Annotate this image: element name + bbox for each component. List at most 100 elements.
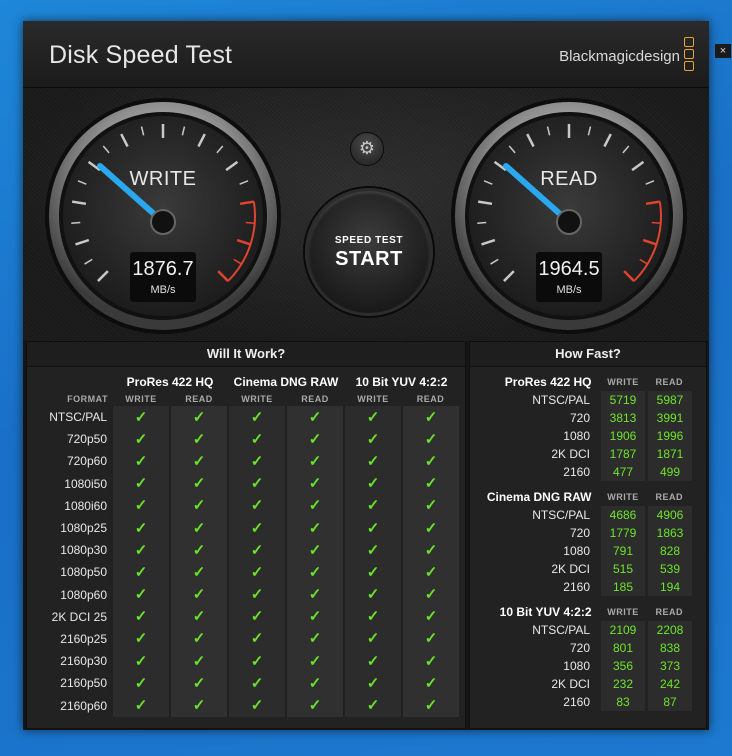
compat-cell: ✓ xyxy=(401,539,459,562)
compat-cell: ✓ xyxy=(169,650,228,673)
read-fps: 1871 xyxy=(645,445,692,463)
resolution-label: 1080 xyxy=(563,429,590,443)
compat-cell: ✓ xyxy=(285,583,344,606)
read-value: 1964.5 xyxy=(538,258,600,280)
read-fps: 3991 xyxy=(645,409,692,427)
check-icon: ✓ xyxy=(250,697,264,715)
resolution-label: 2160 xyxy=(563,465,590,479)
read-fps: 499 xyxy=(645,463,692,481)
gauge-tick xyxy=(477,221,487,224)
speed-row: 1080 356 373 xyxy=(470,657,692,675)
speed-row: 1080 1906 1996 xyxy=(470,427,692,445)
compat-cell: ✓ xyxy=(111,494,170,517)
compat-cell: ✓ xyxy=(401,494,459,517)
settings-button[interactable]: ⚙ xyxy=(350,132,384,166)
check-icon: ✓ xyxy=(192,452,206,470)
check-icon: ✓ xyxy=(134,674,148,692)
write-col-header: WRITE xyxy=(357,393,389,404)
compat-cell: ✓ xyxy=(227,650,286,673)
how-fast-codec: 10 Bit YUV 4:2:2 xyxy=(499,605,592,619)
write-col-header: WRITE xyxy=(607,377,639,387)
check-icon: ✓ xyxy=(192,475,206,493)
check-icon: ✓ xyxy=(424,697,438,715)
compat-cell: ✓ xyxy=(401,450,459,473)
resolution-label: 2K DCI xyxy=(551,677,590,691)
write-fps: 83 xyxy=(598,693,647,711)
read-fps: 838 xyxy=(645,639,692,657)
check-icon: ✓ xyxy=(424,430,438,448)
check-icon: ✓ xyxy=(250,608,264,626)
compat-cell: ✓ xyxy=(227,450,286,473)
check-icon: ✓ xyxy=(308,563,322,581)
how-fast-title: How Fast? xyxy=(470,342,706,367)
title-bar: Disk Speed Test Blackmagicdesign xyxy=(23,21,709,88)
check-icon: ✓ xyxy=(134,697,148,715)
speed-row: 2K DCI 232 242 xyxy=(470,675,692,693)
check-icon: ✓ xyxy=(366,563,380,581)
speed-row: 1080 791 828 xyxy=(470,542,692,560)
resolution-label: NTSC/PAL xyxy=(532,508,590,522)
write-unit: MB/s xyxy=(150,284,176,296)
compat-cell: ✓ xyxy=(401,650,459,673)
compat-cell: ✓ xyxy=(111,583,170,606)
check-icon: ✓ xyxy=(192,630,206,648)
check-icon: ✓ xyxy=(366,586,380,604)
compat-cell: ✓ xyxy=(111,516,170,540)
check-icon: ✓ xyxy=(424,497,438,515)
format-label: 1080i50 xyxy=(64,476,107,491)
write-fps: 356 xyxy=(598,657,647,675)
gauge-tick xyxy=(651,221,661,224)
check-icon: ✓ xyxy=(308,541,322,559)
check-icon: ✓ xyxy=(250,586,264,604)
resolution-label: 720 xyxy=(569,411,590,425)
check-icon: ✓ xyxy=(192,497,206,515)
check-icon: ✓ xyxy=(424,563,438,581)
check-icon: ✓ xyxy=(366,497,380,515)
compat-cell: ✓ xyxy=(169,472,228,495)
compat-cell: ✓ xyxy=(343,583,402,606)
speed-row: 720 3813 3991 xyxy=(470,409,692,427)
check-icon: ✓ xyxy=(134,452,148,470)
check-icon: ✓ xyxy=(192,408,206,426)
check-icon: ✓ xyxy=(134,519,148,537)
write-label: WRITE xyxy=(129,168,197,190)
codec-header: ProRes 422 HQ xyxy=(126,375,214,389)
compat-cell: ✓ xyxy=(169,672,228,695)
compat-cell: ✓ xyxy=(401,428,459,451)
close-button[interactable]: × xyxy=(715,44,731,58)
compat-cell: ✓ xyxy=(169,583,228,606)
compat-cell: ✓ xyxy=(111,450,170,473)
format-label: 2160p30 xyxy=(60,654,107,669)
check-icon: ✓ xyxy=(192,697,206,715)
gear-icon: ⚙ xyxy=(358,138,376,158)
check-icon: ✓ xyxy=(134,608,148,626)
will-it-work-title: Will It Work? xyxy=(27,342,465,367)
format-row: 1080p60 ✓ ✓ ✓ ✓ ✓ ✓ xyxy=(27,583,459,606)
check-icon: ✓ xyxy=(308,697,322,715)
write-value: 1876.7 xyxy=(132,258,194,280)
start-button[interactable]: SPEED TEST START xyxy=(305,188,433,316)
speed-row: 2160 185 194 xyxy=(470,578,692,596)
compat-cell: ✓ xyxy=(401,583,459,606)
read-readout: 1964.5 MB/s xyxy=(536,252,602,302)
check-icon: ✓ xyxy=(250,497,264,515)
check-icon: ✓ xyxy=(192,652,206,670)
format-label: 1080i60 xyxy=(64,498,107,513)
brand-logo-icon xyxy=(684,37,696,73)
read-col-header: READ xyxy=(416,393,445,404)
compat-cell: ✓ xyxy=(401,605,459,628)
read-col-header: READ xyxy=(185,393,213,404)
compat-cell: ✓ xyxy=(227,627,286,651)
speed-row: 2160 83 87 xyxy=(470,693,692,711)
check-icon: ✓ xyxy=(134,630,148,648)
check-icon: ✓ xyxy=(366,408,380,426)
compat-cell: ✓ xyxy=(343,650,402,673)
compat-cell: ✓ xyxy=(227,583,286,606)
write-readout: 1876.7 MB/s xyxy=(130,252,196,302)
read-fps: 373 xyxy=(645,657,692,675)
read-col-header: READ xyxy=(655,377,683,387)
resolution-label: 2160 xyxy=(563,580,590,594)
read-fps: 242 xyxy=(645,675,692,693)
check-icon: ✓ xyxy=(250,430,264,448)
resolution-label: 2K DCI xyxy=(551,562,590,576)
